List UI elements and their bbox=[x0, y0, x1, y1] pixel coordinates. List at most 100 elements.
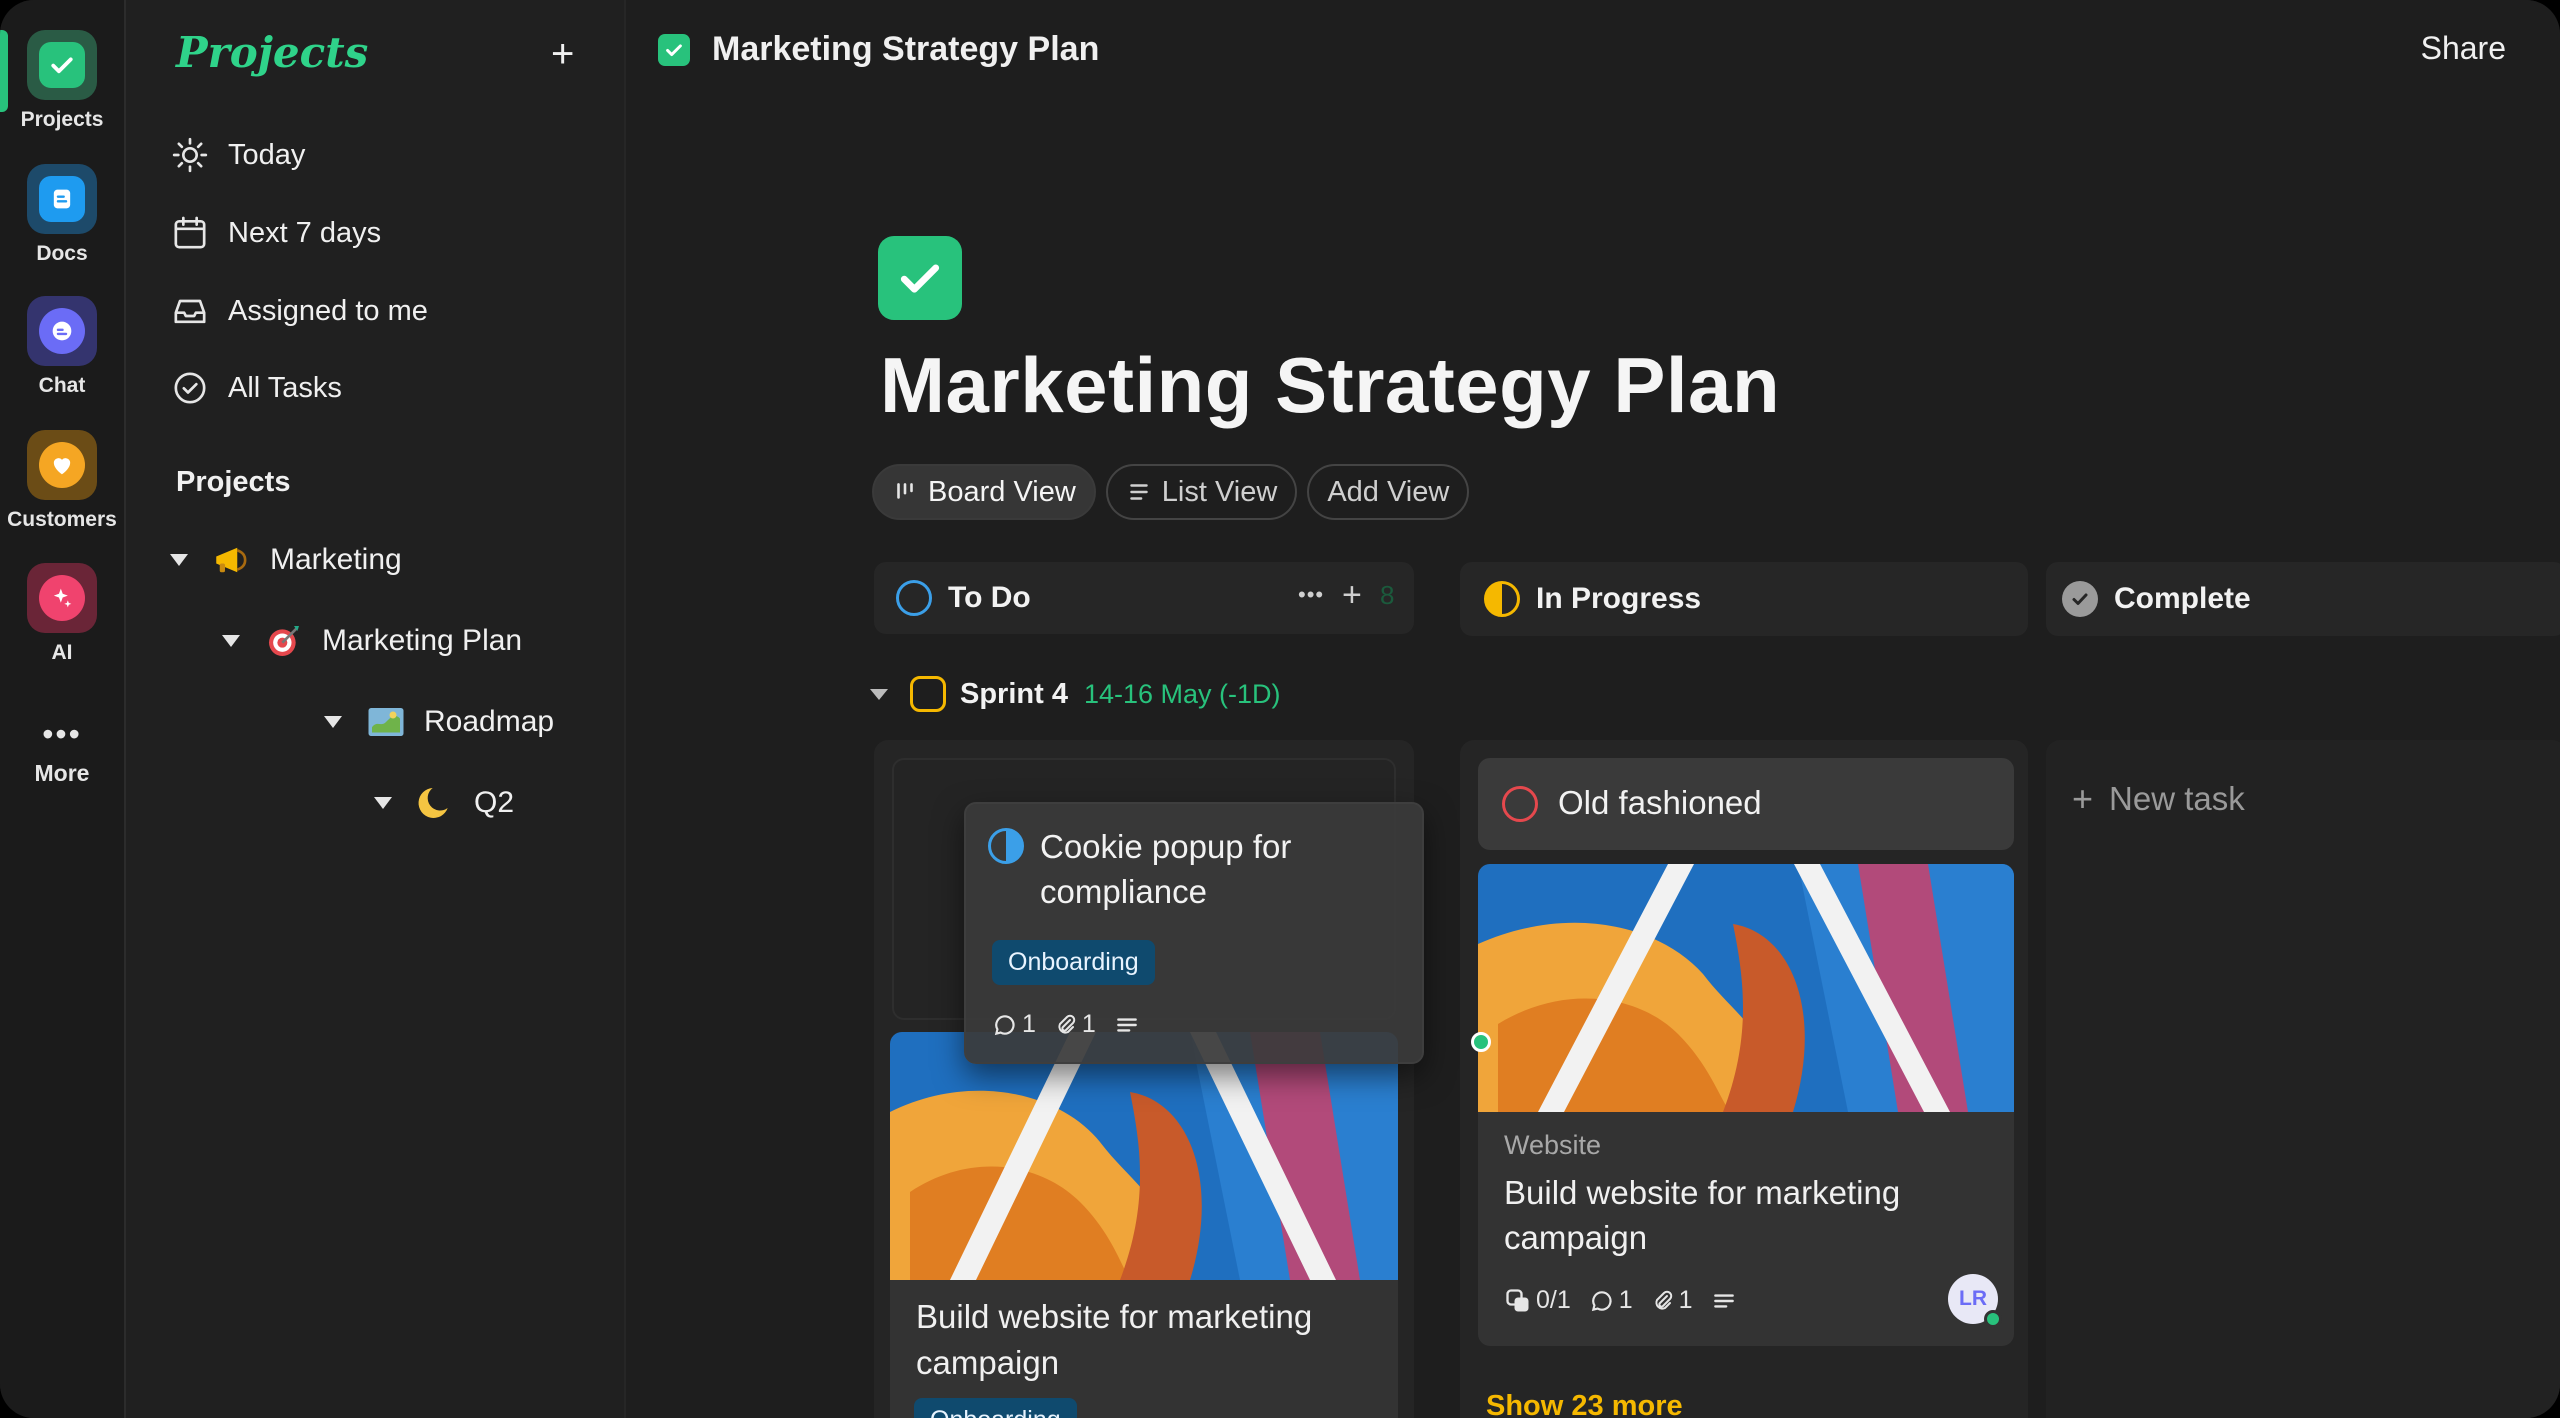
comment-icon bbox=[1591, 1290, 1612, 1311]
comment-icon bbox=[994, 1014, 1015, 1035]
rail-label: More bbox=[34, 760, 90, 786]
drop-indicator bbox=[1471, 1032, 1491, 1052]
check-circle-icon bbox=[174, 372, 206, 404]
rail-label: AI bbox=[51, 641, 73, 664]
doc-icon bbox=[53, 189, 71, 209]
tree-item-roadmap[interactable]: Roadmap bbox=[324, 697, 554, 747]
moon-icon bbox=[414, 781, 458, 825]
nav-label: Assigned to me bbox=[228, 294, 428, 327]
nav-label: Next 7 days bbox=[228, 216, 382, 249]
task-card-cookie-popup[interactable]: Cookie popup for compliance Onboarding 1… bbox=[964, 802, 1424, 1064]
rail-label: Docs bbox=[36, 242, 88, 265]
chat-rail-icon bbox=[27, 296, 97, 366]
show-more-link[interactable]: Show 23 more bbox=[1486, 1390, 1683, 1418]
new-task-label: New task bbox=[2109, 780, 2245, 817]
page-title[interactable]: Marketing Strategy Plan bbox=[880, 340, 1780, 431]
tree-label: Roadmap bbox=[424, 705, 555, 738]
rail-item-chat[interactable]: Chat bbox=[0, 296, 124, 398]
tab-board-view[interactable]: Board View bbox=[872, 464, 1096, 520]
tree-label: Q2 bbox=[474, 786, 515, 819]
rail-label: Projects bbox=[20, 108, 104, 131]
nav-item-next-7-days[interactable]: Next 7 days bbox=[170, 209, 381, 257]
card-meta: 1 1 bbox=[992, 1010, 1140, 1039]
comment-count-value: 1 bbox=[1618, 1286, 1633, 1314]
inbox-icon bbox=[174, 299, 206, 324]
card-tag[interactable]: Onboarding bbox=[914, 1398, 1077, 1418]
check-icon bbox=[51, 57, 73, 74]
column-more-button[interactable]: ••• bbox=[1298, 582, 1324, 608]
map-icon bbox=[364, 700, 408, 744]
tab-list-view[interactable]: List View bbox=[1105, 464, 1298, 520]
chevron-down-icon[interactable] bbox=[222, 635, 240, 647]
card-title: Build website for marketing campaign bbox=[916, 1298, 1313, 1381]
new-task-button[interactable]: + New task bbox=[2072, 778, 2245, 820]
add-project-button[interactable]: + bbox=[551, 34, 574, 74]
view-label: Board View bbox=[928, 475, 1076, 508]
rail-item-docs[interactable]: Docs bbox=[0, 164, 124, 266]
tree-item-marketing[interactable]: Marketing bbox=[170, 535, 402, 585]
projects-rail-icon bbox=[27, 30, 97, 100]
comment-count: 1 bbox=[1589, 1286, 1633, 1315]
ai-rail-icon bbox=[27, 563, 97, 633]
card-tag[interactable]: Onboarding bbox=[992, 940, 1155, 985]
chevron-down-icon[interactable] bbox=[870, 688, 888, 700]
card-category: Website bbox=[1504, 1130, 1602, 1160]
card-cover-image bbox=[890, 1032, 1398, 1280]
target-icon bbox=[262, 619, 306, 663]
share-button[interactable]: Share bbox=[2421, 30, 2506, 67]
online-status-dot bbox=[1984, 1310, 2002, 1328]
chevron-down-icon[interactable] bbox=[170, 554, 188, 566]
column-add-button[interactable]: + bbox=[1342, 576, 1362, 615]
main-content: Marketing Strategy Plan Share Marketing … bbox=[626, 0, 2560, 1418]
lane-todo: Build website for marketing campaign Onb… bbox=[874, 740, 1424, 1418]
nav-item-today[interactable]: Today bbox=[170, 131, 305, 179]
tree-item-q2[interactable]: Q2 bbox=[374, 778, 514, 828]
sprint-group-header[interactable]: Sprint 4 14-16 May (-1D) bbox=[870, 676, 1281, 712]
task-card-build-website[interactable]: Build website for marketing campaign Onb… bbox=[890, 1032, 1398, 1418]
tree-item-marketing-plan[interactable]: Marketing Plan bbox=[222, 616, 522, 666]
breadcrumb-title[interactable]: Marketing Strategy Plan bbox=[712, 30, 1099, 69]
column-label: Complete bbox=[2114, 582, 2251, 615]
board-icon bbox=[897, 483, 913, 499]
rail-item-more[interactable]: ••• More bbox=[0, 718, 124, 787]
heart-icon bbox=[53, 458, 71, 475]
sidebar-title: Projects bbox=[176, 28, 369, 77]
page-check-icon[interactable] bbox=[878, 236, 962, 320]
in-progress-status-icon[interactable] bbox=[988, 828, 1024, 864]
chevron-down-icon[interactable] bbox=[324, 716, 342, 728]
rail-label: Customers bbox=[7, 508, 117, 531]
column-header-complete[interactable]: Complete bbox=[2046, 562, 2560, 636]
chevron-down-icon[interactable] bbox=[374, 797, 392, 809]
card-meta: 0/1 1 1 bbox=[1504, 1286, 1737, 1315]
add-view-button[interactable]: Add View bbox=[1307, 464, 1470, 520]
rail-item-ai[interactable]: AI bbox=[0, 563, 124, 665]
attachment-count: 1 bbox=[1651, 1286, 1693, 1315]
nav-item-all-tasks[interactable]: All Tasks bbox=[170, 364, 342, 412]
description-icon bbox=[1116, 1017, 1137, 1032]
tag-onboarding: Onboarding bbox=[914, 1398, 1077, 1418]
complete-status-icon bbox=[2062, 581, 2098, 617]
megaphone-icon bbox=[210, 538, 254, 582]
column-header-todo[interactable]: To Do ••• + 8 bbox=[874, 562, 1414, 634]
blocked-status-icon[interactable] bbox=[1502, 786, 1538, 822]
app-rail: Projects Docs Chat Customers AI ••• More bbox=[0, 0, 126, 1418]
sun-icon bbox=[172, 137, 208, 173]
sprint-icon bbox=[910, 676, 946, 712]
column-header-in-progress[interactable]: In Progress bbox=[1460, 562, 2028, 636]
attachment-count-value: 1 bbox=[1678, 1286, 1693, 1314]
task-card-old-fashioned[interactable]: Old fashioned bbox=[1478, 758, 2014, 850]
rail-label: Chat bbox=[38, 374, 86, 397]
sprint-dates: 14-16 May (-1D) bbox=[1083, 678, 1281, 709]
calendar-icon bbox=[174, 216, 206, 249]
in-progress-status-icon bbox=[1484, 581, 1520, 617]
card-title: Build website for marketing campaign bbox=[1504, 1174, 1901, 1256]
rail-item-customers[interactable]: Customers bbox=[0, 430, 124, 532]
nav-item-assigned-to-me[interactable]: Assigned to me bbox=[170, 287, 428, 335]
plus-icon: + bbox=[2072, 778, 2094, 819]
todo-status-icon bbox=[896, 580, 932, 616]
rail-item-projects[interactable]: Projects bbox=[0, 30, 124, 132]
app-window: Projects Docs Chat Customers AI ••• More… bbox=[0, 0, 2560, 1418]
tree-label: Marketing Plan bbox=[322, 624, 523, 657]
nav-label: Today bbox=[228, 138, 306, 171]
task-card-build-website-progress[interactable]: Website Build website for marketing camp… bbox=[1478, 864, 2014, 1346]
